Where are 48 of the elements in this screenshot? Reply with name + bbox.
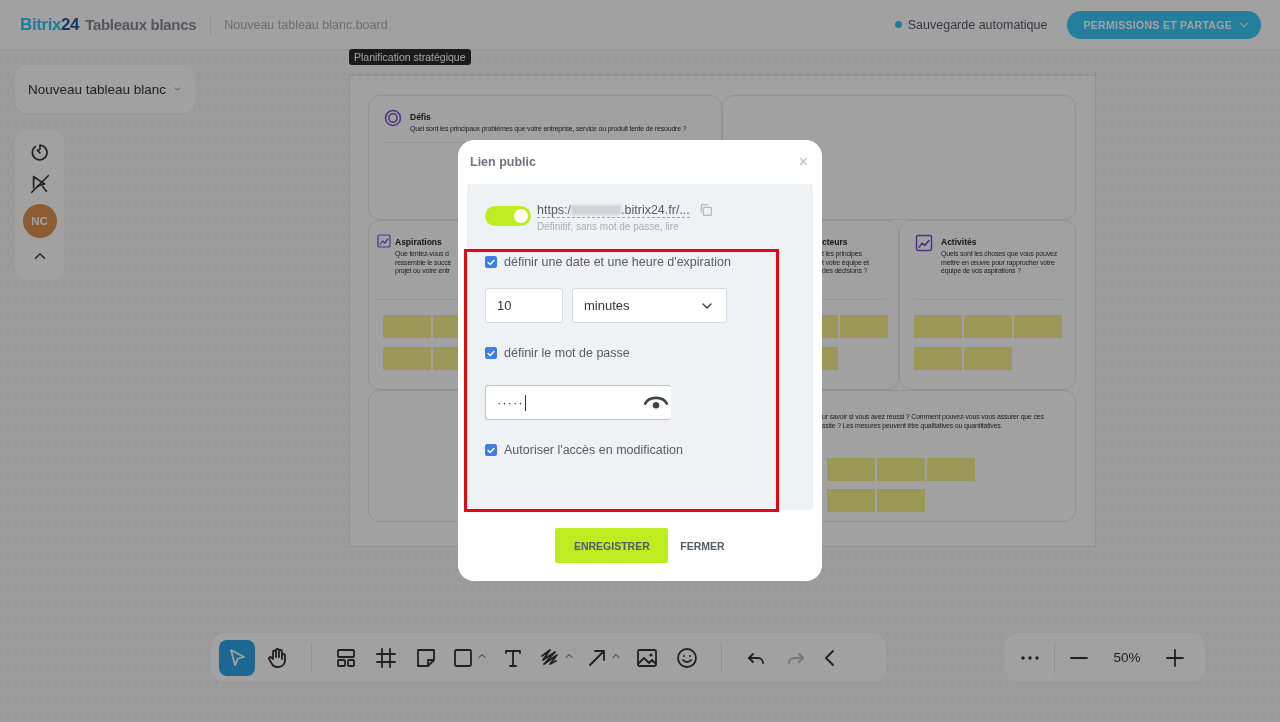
zoom-level: 50%: [1112, 650, 1142, 665]
frame-icon: [374, 645, 398, 670]
sticky-note: [840, 315, 888, 338]
sticky-note: [383, 315, 431, 338]
magic-off-icon[interactable]: [28, 173, 51, 195]
card-title: Activités: [941, 237, 978, 247]
sticky-note: [927, 458, 975, 481]
checkbox-label: Autoriser l'accès en modification: [504, 443, 683, 457]
checkbox[interactable]: [485, 444, 497, 456]
board-name-dropdown[interactable]: Nouveau tableau blanc: [15, 65, 195, 113]
link-summary: Définitif, sans mot de passe, lire: [537, 221, 680, 232]
save-button[interactable]: ENREGISTRER: [555, 528, 669, 563]
sticky-note: [914, 347, 962, 370]
toggle-switch[interactable]: [485, 206, 531, 226]
card-title: Aspirations: [395, 237, 443, 247]
smiley-icon: [675, 645, 699, 670]
password-field[interactable]: ·····: [485, 385, 671, 420]
sticky-note: [822, 315, 838, 338]
dialog-title: Lien public: [470, 155, 536, 169]
sticky-note: [1014, 315, 1062, 338]
sticky-note: [964, 315, 1012, 338]
card-title: Défis: [410, 112, 432, 122]
checkbox[interactable]: [485, 347, 497, 359]
sticky-note: [964, 347, 1012, 370]
sticky-note: [827, 489, 875, 512]
close-link-button[interactable]: FERMER: [680, 539, 725, 552]
chart-icon: [376, 233, 392, 249]
sticky-note: [383, 347, 431, 370]
sticky-note: [914, 315, 962, 338]
card-title: cteurs: [822, 237, 849, 247]
hand-icon: [265, 645, 289, 670]
checkbox-label: définir le mot de passe: [504, 346, 630, 360]
number-field[interactable]: 10: [485, 288, 563, 323]
autosave-status: Sauvegarde automatique: [907, 17, 1048, 32]
product-name: Tableaux blancs: [85, 15, 197, 33]
chart-icon: [914, 233, 934, 253]
board-label: Planification stratégique: [349, 49, 471, 65]
unit-dropdown[interactable]: minutes: [572, 288, 727, 323]
sticky-note: [822, 347, 838, 370]
sticky-note: [827, 458, 875, 481]
checkbox-label: définir une date et une heure d'expiration: [504, 255, 731, 269]
sticky-note: [877, 458, 925, 481]
target-icon: [383, 108, 403, 128]
logo-text: Bitrix24: [20, 14, 80, 35]
public-link[interactable]: https:/ .bitrix24.fr/...: [537, 202, 690, 218]
sticky-note: [877, 489, 925, 512]
checkbox[interactable]: [485, 256, 497, 268]
status-dot: [894, 21, 902, 28]
